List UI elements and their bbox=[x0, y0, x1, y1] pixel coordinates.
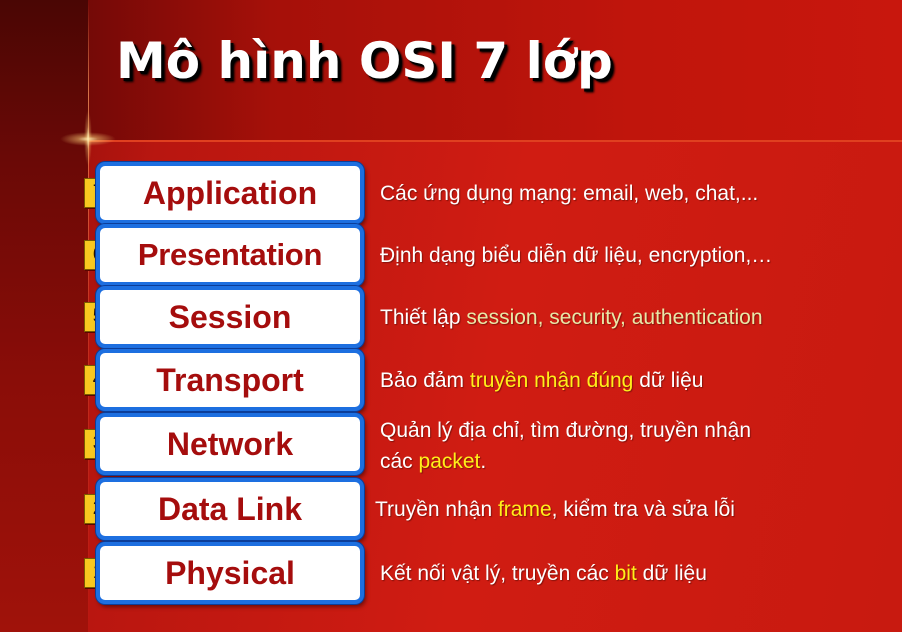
layer-description: Truyền nhận frame, kiểm tra và sửa lỗi bbox=[375, 494, 885, 525]
description-highlight: frame bbox=[497, 498, 552, 521]
description-text: Quản lý địa chỉ, tìm đường, truyền nhận bbox=[380, 419, 752, 442]
layer-physical: 1 Physical Kết nối vật lý, truyền các bi… bbox=[0, 542, 902, 604]
layer-description: Định dạng biểu diễn dữ liệu, encryption,… bbox=[380, 240, 890, 271]
layer-name-box: Data Link bbox=[96, 478, 364, 540]
description-text: Kết nối vật lý, truyền các bbox=[380, 562, 615, 585]
description-text: . bbox=[480, 450, 487, 473]
layer-name-box: Application bbox=[96, 162, 364, 224]
description-text: Định dạng biểu diễn dữ liệu, encryption,… bbox=[380, 244, 773, 267]
layer-application: 7 Application Các ứng dụng mạng: email, … bbox=[0, 162, 902, 224]
slide-title: Mô hình OSI 7 lớp bbox=[116, 32, 613, 90]
layer-name-box: Transport bbox=[96, 349, 364, 411]
layer-session: 5 Session Thiết lập session, security, a… bbox=[0, 286, 902, 348]
description-text: , kiểm tra và sửa lỗi bbox=[551, 498, 735, 521]
description-text: dữ liệu bbox=[636, 562, 707, 585]
description-highlight: packet bbox=[418, 450, 481, 473]
layer-name-box: Session bbox=[96, 286, 364, 348]
description-text: Thiết lập bbox=[380, 306, 467, 329]
layer-description: Quản lý địa chỉ, tìm đường, truyền nhận … bbox=[380, 415, 890, 477]
layer-presentation: 6 Presentation Định dạng biểu diễn dữ li… bbox=[0, 224, 902, 286]
layer-name-box: Network bbox=[96, 413, 364, 475]
description-text: dữ liệu bbox=[633, 369, 704, 392]
layer-transport: 4 Transport Bảo đảm truyền nhận đúng dữ … bbox=[0, 349, 902, 411]
description-text: Truyền nhận bbox=[375, 498, 498, 521]
description-highlight: session, security, authentication bbox=[466, 306, 763, 329]
description-highlight: truyền nhận đúng bbox=[469, 369, 634, 392]
description-text: Bảo đảm bbox=[380, 369, 470, 392]
layer-description: Bảo đảm truyền nhận đúng dữ liệu bbox=[380, 365, 890, 396]
description-highlight: bit bbox=[614, 562, 637, 585]
sparkle-vertical-icon bbox=[84, 110, 92, 166]
layer-data-link: 2 Data Link Truyền nhận frame, kiểm tra … bbox=[0, 478, 902, 540]
layer-description: Kết nối vật lý, truyền các bit dữ liệu bbox=[380, 558, 890, 589]
layer-description: Thiết lập session, security, authenticat… bbox=[380, 302, 890, 333]
layer-name-box: Presentation bbox=[96, 224, 364, 286]
description-text: Các ứng dụng mạng: email, web, chat,... bbox=[380, 182, 759, 205]
layer-network: 3 Network Quản lý địa chỉ, tìm đường, tr… bbox=[0, 413, 902, 475]
layer-description: Các ứng dụng mạng: email, web, chat,... bbox=[380, 178, 890, 209]
layer-name-box: Physical bbox=[96, 542, 364, 604]
description-text: các bbox=[380, 450, 419, 473]
